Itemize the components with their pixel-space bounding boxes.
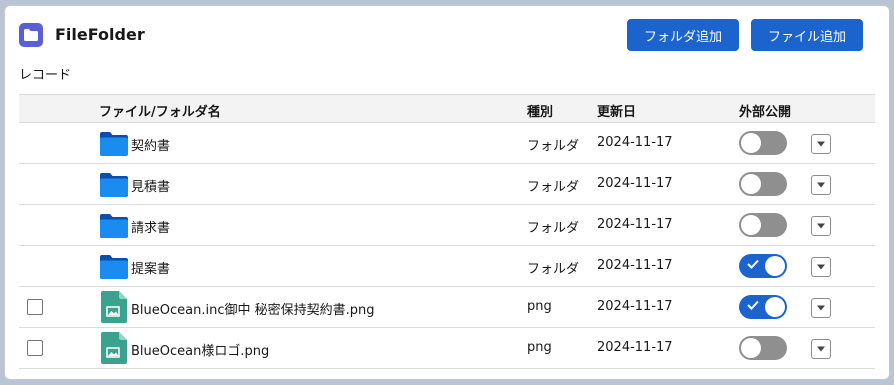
table-row[interactable]: BlueOcean.inc御中 秘密保持契約書.png png 2024-11-17 (19, 287, 875, 328)
filefolder-card: FileFolder フォルダ追加 ファイル追加 レコード ファイル/フォルダ名… (4, 5, 890, 380)
add-folder-button[interactable]: フォルダ追加 (627, 19, 739, 51)
image-file-icon (101, 291, 127, 327)
public-toggle[interactable] (739, 131, 787, 155)
row-type: フォルダ (527, 139, 580, 154)
section-label: レコード (19, 68, 72, 83)
row-date: 2024-11-17 (597, 217, 673, 232)
row-date: 2024-11-17 (597, 258, 673, 273)
row-select-checkbox[interactable] (27, 340, 43, 356)
row-type: フォルダ (527, 221, 580, 236)
header-updated[interactable]: 更新日 (597, 101, 636, 120)
row-select-checkbox[interactable] (27, 299, 43, 315)
row-actions-dropdown[interactable] (811, 134, 831, 154)
row-date: 2024-11-17 (597, 299, 673, 314)
table-row[interactable]: 契約書 フォルダ 2024-11-17 (19, 123, 875, 164)
row-name[interactable]: BlueOcean様ロゴ.png (131, 340, 269, 359)
header-type[interactable]: 種別 (527, 101, 553, 120)
row-type: png (527, 299, 552, 314)
table-row[interactable]: 請求書 フォルダ 2024-11-17 (19, 205, 875, 246)
row-name[interactable]: 見積書 (131, 176, 170, 195)
row-name[interactable]: BlueOcean.inc御中 秘密保持契約書.png (131, 299, 375, 318)
folder-icon (99, 172, 129, 202)
image-file-icon (101, 332, 127, 368)
chevron-down-icon (816, 137, 826, 152)
row-date: 2024-11-17 (597, 176, 673, 191)
row-name[interactable]: 提案書 (131, 258, 170, 277)
chevron-down-icon (816, 342, 826, 357)
table-header: ファイル/フォルダ名 種別 更新日 外部公開 (19, 94, 875, 123)
row-date: 2024-11-17 (597, 135, 673, 150)
chevron-down-icon (816, 178, 826, 193)
row-type: フォルダ (527, 180, 580, 195)
row-type: フォルダ (527, 262, 580, 277)
table-body: 契約書 フォルダ 2024-11-17 見積書 フォルダ 2024-11-17 請求書 フォル… (19, 123, 875, 369)
row-type: png (527, 340, 552, 355)
chevron-down-icon (816, 301, 826, 316)
table-row[interactable]: 見積書 フォルダ 2024-11-17 (19, 164, 875, 205)
check-icon (746, 298, 760, 316)
public-toggle[interactable] (739, 295, 787, 319)
public-toggle[interactable] (739, 254, 787, 278)
public-toggle[interactable] (739, 213, 787, 237)
public-toggle[interactable] (739, 172, 787, 196)
row-name[interactable]: 請求書 (131, 217, 170, 236)
folder-icon (99, 131, 129, 161)
add-file-button[interactable]: ファイル追加 (751, 19, 863, 51)
check-icon (746, 257, 760, 275)
header-name[interactable]: ファイル/フォルダ名 (99, 101, 221, 120)
row-actions-dropdown[interactable] (811, 298, 831, 318)
row-actions-dropdown[interactable] (811, 175, 831, 195)
file-table: ファイル/フォルダ名 種別 更新日 外部公開 契約書 フォルダ 2024-11-17… (19, 94, 875, 369)
folder-icon (19, 23, 43, 47)
folder-icon (99, 254, 129, 284)
folder-icon (99, 213, 129, 243)
row-actions-dropdown[interactable] (811, 216, 831, 236)
row-actions-dropdown[interactable] (811, 257, 831, 277)
chevron-down-icon (816, 219, 826, 234)
row-actions-dropdown[interactable] (811, 339, 831, 359)
row-date: 2024-11-17 (597, 340, 673, 355)
header-public[interactable]: 外部公開 (739, 101, 791, 120)
chevron-down-icon (816, 260, 826, 275)
row-name[interactable]: 契約書 (131, 135, 170, 154)
table-row[interactable]: BlueOcean様ロゴ.png png 2024-11-17 (19, 328, 875, 369)
public-toggle[interactable] (739, 336, 787, 360)
app-title: FileFolder (55, 25, 145, 44)
table-row[interactable]: 提案書 フォルダ 2024-11-17 (19, 246, 875, 287)
